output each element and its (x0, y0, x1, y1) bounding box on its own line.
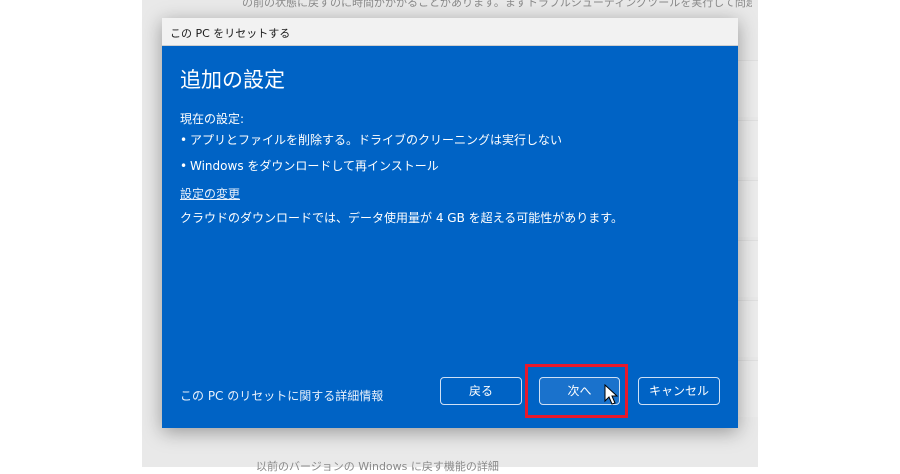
page-title: 追加の設定 (180, 68, 285, 92)
background-description-text: の前の状態に戻すのに時間がかかることがあります。まずトラブルシューティングツール… (242, 0, 752, 9)
reset-info-link[interactable]: この PC のリセットに関する詳細情報 (180, 387, 383, 404)
cancel-button[interactable]: キャンセル (638, 377, 720, 405)
dialog-titlebar[interactable]: この PC をリセットする (162, 18, 738, 46)
data-usage-note: クラウドのダウンロードでは、データ使用量が 4 GB を超える可能性があります。 (180, 211, 624, 225)
setting-item-label: Windows をダウンロードして再インストール (190, 159, 439, 173)
bullet-icon: • (180, 133, 188, 147)
current-settings-label: 現在の設定: (180, 112, 245, 126)
setting-item-label: アプリとファイルを削除する。ドライブのクリーニングは実行しない (190, 133, 563, 147)
setting-item-remove-apps-files: • アプリとファイルを削除する。ドライブのクリーニングは実行しない (180, 131, 562, 148)
setting-item-download-reinstall: • Windows をダウンロードして再インストール (180, 157, 439, 174)
back-button[interactable]: 戻る (440, 377, 522, 405)
reset-pc-dialog: この PC をリセットする 追加の設定 現在の設定: • アプリとファイルを削除す… (162, 18, 738, 428)
mouse-pointer-icon (604, 384, 619, 405)
bullet-icon: • (180, 159, 188, 173)
background-footer-text: 以前のバージョンの Windows に戻す機能の詳細 (256, 460, 499, 473)
change-settings-link[interactable]: 設定の変更 (180, 185, 240, 202)
dialog-title: この PC をリセットする (170, 27, 291, 40)
